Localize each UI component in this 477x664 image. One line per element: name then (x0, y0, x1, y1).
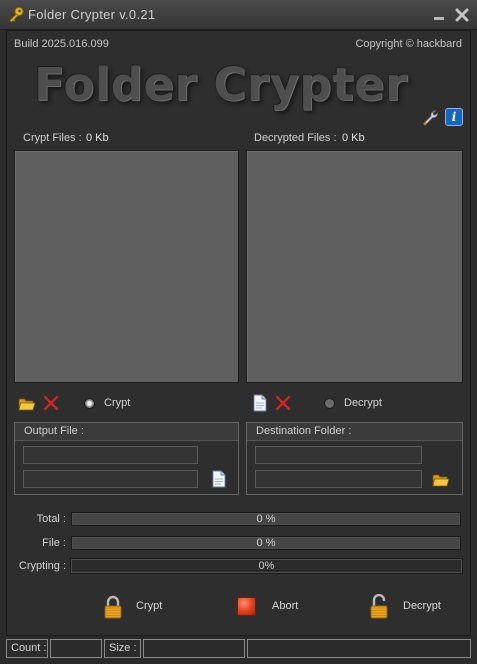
decrypted-files-list[interactable] (246, 150, 463, 383)
file-progress-bar: 0 % (71, 536, 461, 550)
crypting-progress-label: Crypting : (18, 560, 66, 572)
output-file-title: Output File : (15, 423, 238, 441)
crypt-radio-label[interactable]: Crypt (104, 397, 130, 409)
decrypt-button-label: Decrypt (403, 600, 441, 612)
abort-button-label: Abort (272, 600, 299, 612)
destination-folder-path-field[interactable] (255, 470, 422, 488)
status-message (247, 639, 471, 658)
key-icon (9, 7, 24, 23)
new-file-icon[interactable] (251, 394, 269, 412)
minimize-icon[interactable] (432, 8, 446, 22)
decrypt-radio[interactable] (324, 398, 335, 409)
destination-folder-title: Destination Folder : (247, 423, 462, 441)
crypt-button-label: Crypt (136, 600, 163, 612)
info-icon[interactable]: i (445, 108, 463, 126)
decrypt-radio-label[interactable]: Decrypt (344, 397, 382, 409)
abort-button[interactable]: Abort (235, 594, 325, 620)
crypt-files-list[interactable] (14, 150, 239, 383)
file-progress-text: 0 % (256, 537, 276, 549)
total-progress-label: Total : (36, 513, 66, 525)
crypt-button[interactable]: Crypt (100, 594, 190, 620)
output-file-field[interactable] (23, 446, 198, 464)
delete-icon[interactable] (42, 394, 60, 412)
build-label: Build 2025.016.099 (14, 38, 109, 50)
copyright-label: Copyright © hackbard (355, 38, 462, 50)
crypting-progress-text: 0% (258, 560, 275, 572)
count-value (50, 639, 102, 658)
title-bar[interactable]: Folder Crypter v.0.21 (0, 0, 477, 30)
output-file-path-field[interactable] (23, 470, 198, 488)
size-label: Size : (104, 639, 141, 658)
status-bar: Count : Size : (0, 636, 477, 664)
destination-folder-field[interactable] (255, 446, 422, 464)
folder-icon[interactable] (432, 471, 450, 489)
app-logo: Folder Crypter (34, 58, 408, 111)
close-icon[interactable] (454, 7, 470, 23)
window-title: Folder Crypter v.0.21 (28, 7, 156, 22)
decrypt-button[interactable]: Decrypt (366, 594, 456, 620)
total-progress-text: 0 % (256, 513, 276, 525)
decrypted-files-label: Decrypted Files : (254, 132, 337, 144)
crypt-radio[interactable] (84, 398, 95, 409)
decrypted-files-size: 0 Kb (342, 132, 365, 144)
count-label: Count : (6, 639, 48, 658)
crypting-progress-bar: 0% (70, 558, 463, 574)
crypt-files-size: 0 Kb (86, 132, 109, 144)
file-progress-label: File : (42, 537, 66, 549)
crypt-files-label: Crypt Files : (23, 132, 82, 144)
folder-open-icon[interactable] (18, 395, 36, 413)
wrench-icon[interactable] (421, 109, 439, 127)
lock-closed-icon (104, 595, 122, 619)
size-value (143, 639, 245, 658)
stop-icon (237, 597, 256, 616)
file-icon[interactable] (210, 470, 228, 488)
lock-open-icon (370, 594, 388, 619)
total-progress-bar: 0 % (71, 512, 461, 526)
delete-icon[interactable] (274, 394, 292, 412)
